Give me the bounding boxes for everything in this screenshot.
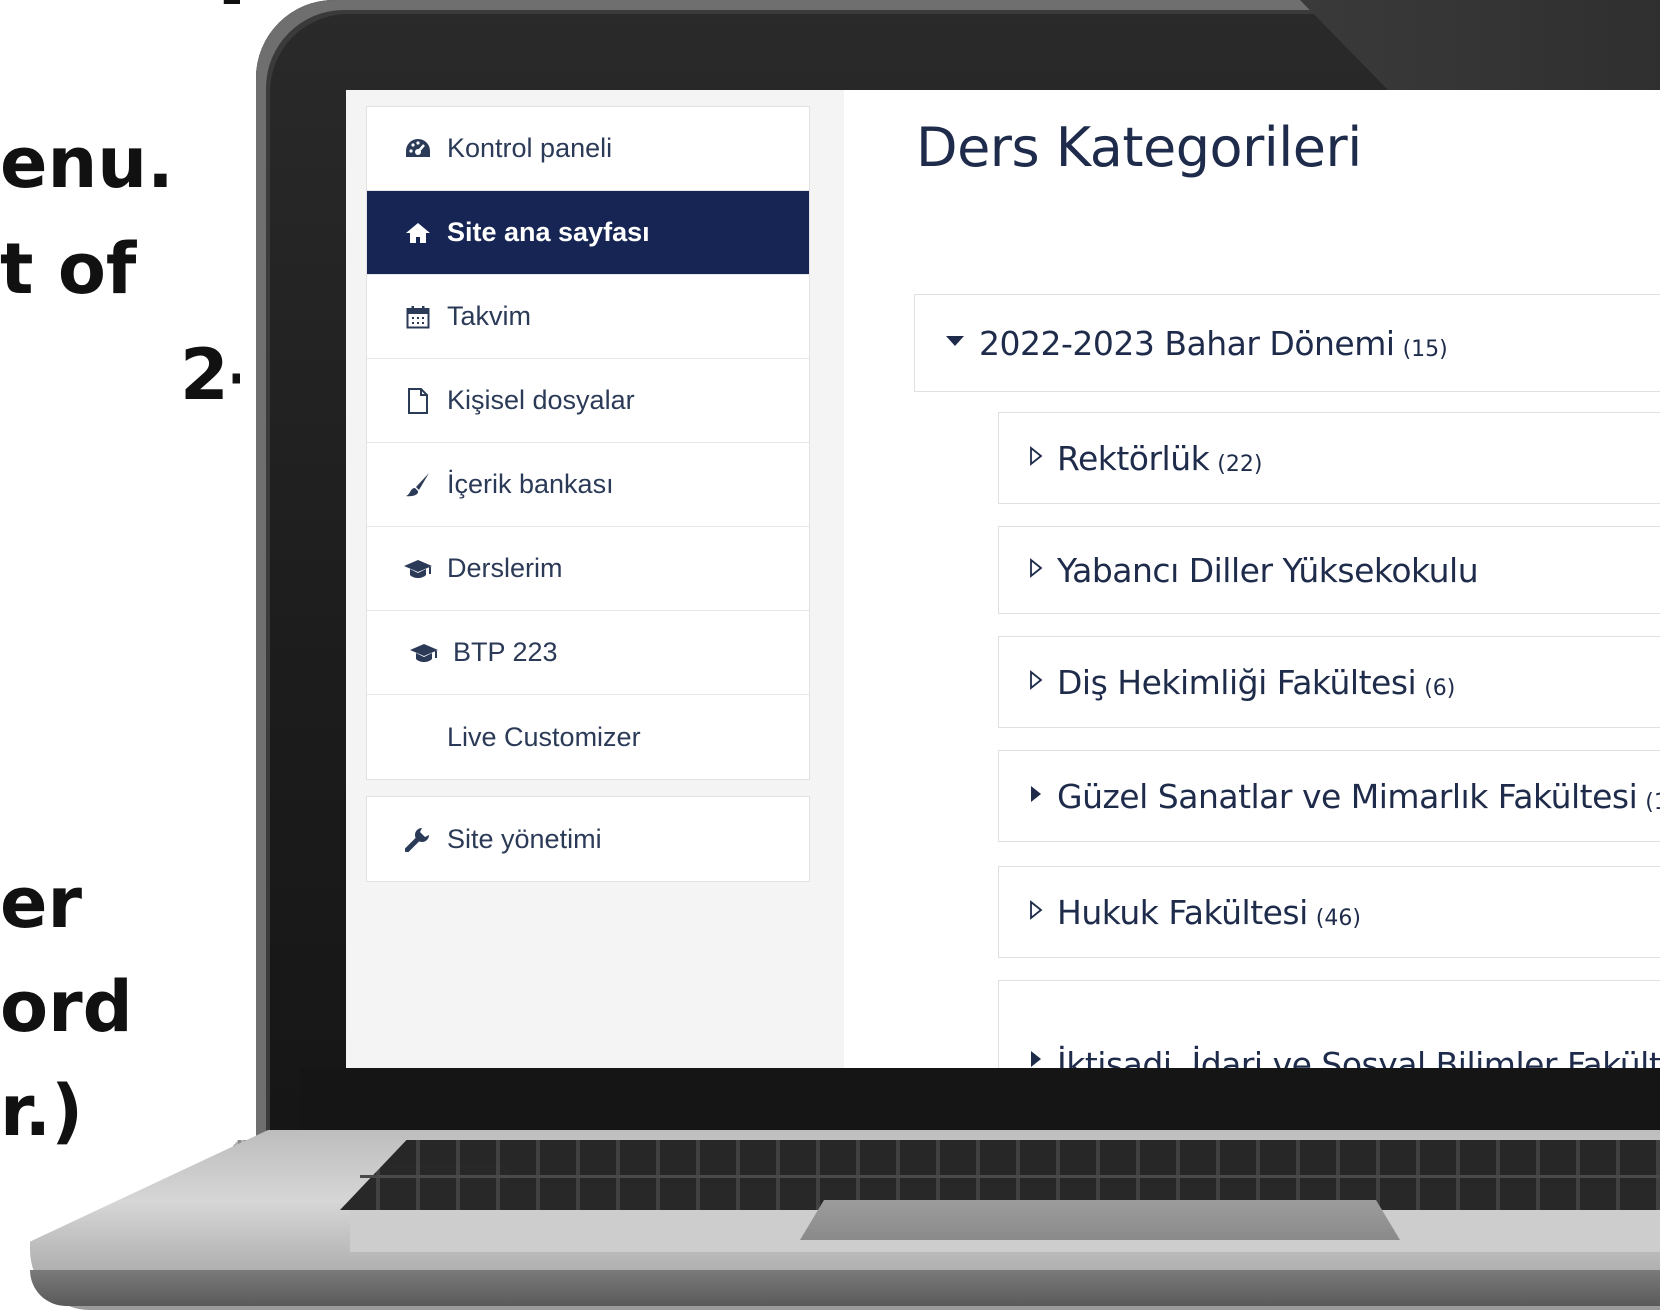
category-iktisadi[interactable]: İktisadi, İdari ve Sosyal Bilimler Fakül… <box>998 980 1660 1068</box>
category-count: (46) <box>1315 905 1361 931</box>
graduation-cap-icon <box>403 554 433 584</box>
sidebar-item-label: Derslerim <box>447 553 563 583</box>
sidebar-item-label: Site ana sayfası <box>447 217 650 247</box>
sidebar-item-private-files[interactable]: Kişisel dosyalar <box>367 359 809 443</box>
caption-text: – enu. t of 2- er ord r.) <box>0 0 240 1306</box>
sidebar-item-label: Site yönetimi <box>447 823 602 854</box>
expanded-triangle-icon <box>945 334 965 353</box>
category-count: (1) <box>1645 789 1660 815</box>
category-name: Güzel Sanatlar ve Mimarlık Fakültesi <box>1057 776 1638 816</box>
screen-bezel <box>300 1068 1660 1140</box>
graduation-cap-icon <box>409 638 439 668</box>
sidebar-item-label: Kontrol paneli <box>447 133 613 163</box>
category-count: (22) <box>1217 451 1263 477</box>
category-count: (15) <box>1402 336 1448 362</box>
category-name: Yabancı Diller Yüksekokulu <box>1057 550 1479 590</box>
sidebar-item-calendar[interactable]: Takvim <box>367 275 809 359</box>
category-name: Rektörlük <box>1057 438 1210 478</box>
sidebar-item-label: İçerik bankası <box>447 469 614 499</box>
caption-line: ord <box>0 966 133 1048</box>
category-name: Hukuk Fakültesi <box>1057 892 1308 932</box>
category-rektorluk[interactable]: Rektörlük (22) <box>998 412 1660 504</box>
category-count: (6) <box>1424 675 1456 701</box>
sidebar-item-content-bank[interactable]: İçerik bankası <box>367 443 809 527</box>
sidebar-item-dashboard[interactable]: Kontrol paneli <box>367 107 809 191</box>
collapsed-filled-triangle-icon <box>1029 784 1043 809</box>
caption-line: r.) <box>0 1070 84 1152</box>
sidebar-item-course-btp223[interactable]: BTP 223 <box>367 611 809 695</box>
collapsed-triangle-icon <box>1029 669 1043 695</box>
nav-list: Kontrol paneli Site ana sayfası Takvim K… <box>366 106 810 780</box>
sidebar-item-site-home[interactable]: Site ana sayfası <box>367 191 809 275</box>
collapsed-filled-triangle-icon <box>1029 1049 1043 1068</box>
screen: Kontrol paneli Site ana sayfası Takvim K… <box>346 90 1660 1068</box>
category-name: Diş Hekimliği Fakültesi <box>1057 662 1417 702</box>
dashboard-icon <box>403 134 433 164</box>
category-guzel-sanatlar[interactable]: Güzel Sanatlar ve Mimarlık Fakültesi (1) <box>998 750 1660 842</box>
caption-line: t of <box>0 228 137 310</box>
caption-line: er <box>0 862 82 944</box>
sidebar-item-my-courses[interactable]: Derslerim <box>367 527 809 611</box>
category-yabanci-diller[interactable]: Yabancı Diller Yüksekokulu <box>998 526 1660 614</box>
file-icon <box>403 386 433 416</box>
collapsed-triangle-icon <box>1029 445 1043 471</box>
category-hukuk[interactable]: Hukuk Fakültesi (46) <box>998 866 1660 958</box>
category-name: 2022-2023 Bahar Dönemi <box>979 323 1395 363</box>
keyboard-row <box>360 1175 1660 1178</box>
sidebar-item-label: BTP 223 <box>453 637 558 667</box>
collapsed-triangle-icon <box>1029 899 1043 925</box>
category-name: İktisadi, İdari ve Sosyal Bilimler Fakül… <box>1057 1045 1660 1068</box>
sidebar-item-label: Kişisel dosyalar <box>447 385 635 415</box>
category-2022-2023-spring[interactable]: 2022-2023 Bahar Dönemi (15) <box>914 294 1660 392</box>
sidebar-item-site-administration[interactable]: Site yönetimi <box>367 797 809 881</box>
sidebar: Kontrol paneli Site ana sayfası Takvim K… <box>346 90 844 1068</box>
collapsed-triangle-icon <box>1029 557 1043 583</box>
admin-block: Site yönetimi <box>366 796 810 882</box>
laptop-base-edge <box>30 1270 1660 1306</box>
trackpad <box>800 1200 1400 1240</box>
home-icon <box>403 218 433 248</box>
main-content: Ders Kategorileri 2022-2023 Bahar Dönemi… <box>844 90 1660 1068</box>
brush-icon <box>403 470 433 500</box>
page-title: Ders Kategorileri <box>916 116 1362 179</box>
sidebar-item-label: Takvim <box>447 301 532 331</box>
caption-line: – <box>220 0 240 30</box>
sidebar-item-label: Live Customizer <box>447 721 641 752</box>
caption-line: 2- <box>180 334 240 416</box>
calendar-icon <box>403 302 433 332</box>
category-dis-hekimligi[interactable]: Diş Hekimliği Fakültesi (6) <box>998 636 1660 728</box>
caption-line: enu. <box>0 122 174 204</box>
category-row-clip: İktisadi, İdari ve Sosyal Bilimler Fakül… <box>1029 1031 1660 1068</box>
sidebar-item-live-customizer[interactable]: Live Customizer <box>367 695 809 779</box>
wrench-icon <box>403 824 433 854</box>
